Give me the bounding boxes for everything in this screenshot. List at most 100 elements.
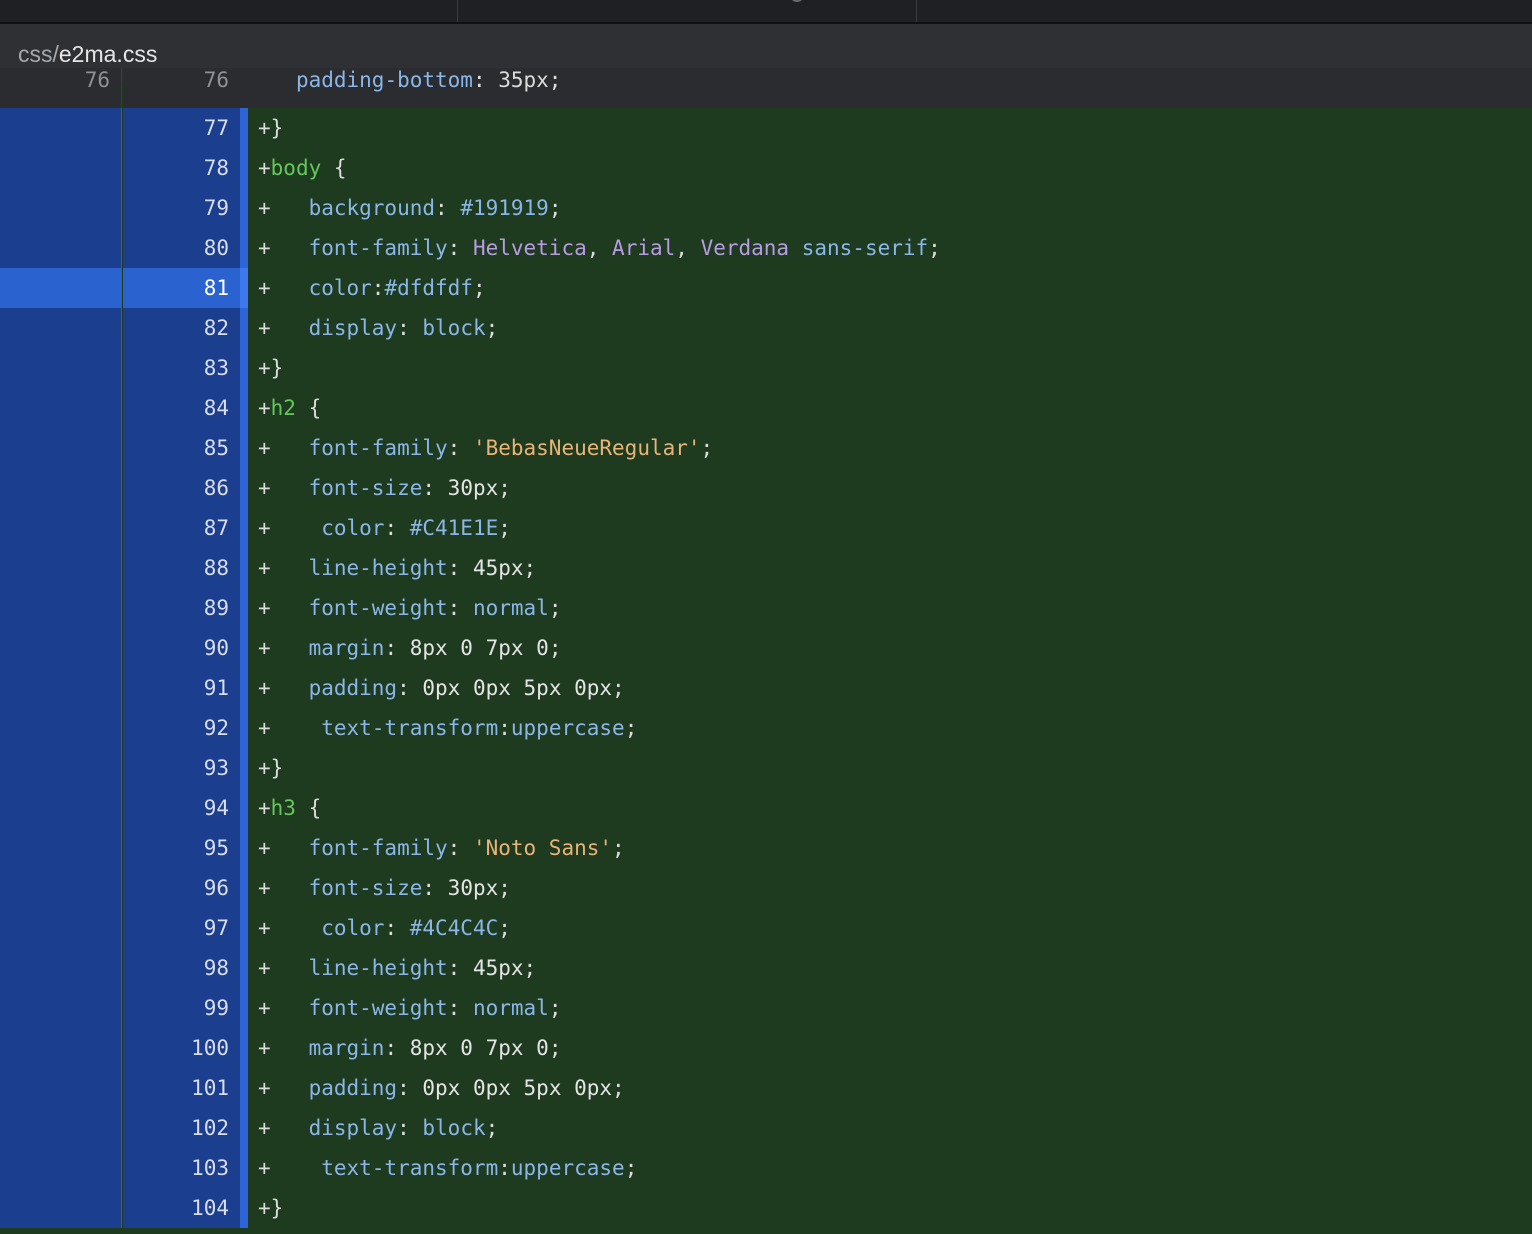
code-punctuation: ; — [548, 196, 562, 220]
css-number: 45px — [472, 556, 524, 580]
code-punctuation: ; — [548, 1036, 562, 1060]
diff-line[interactable]: 96 + font-size: 30px; — [0, 868, 1532, 908]
old-line-gutter[interactable] — [0, 668, 122, 708]
diff-line[interactable]: 99 + font-weight: normal; — [0, 988, 1532, 1028]
old-line-gutter[interactable] — [0, 468, 122, 508]
file-name: e2ma.css — [58, 41, 158, 67]
line-content-bg — [248, 388, 1532, 428]
css-selector: body — [270, 156, 322, 180]
diff-line[interactable]: 77 +} — [0, 108, 1532, 148]
diff-line[interactable]: 80 + font-family: Helvetica, Arial, Verda… — [0, 228, 1532, 268]
old-line-gutter[interactable] — [0, 268, 122, 308]
diff-line[interactable]: 101 + padding: 0px 0px 5px 0px; — [0, 1068, 1532, 1108]
diff-line[interactable]: 91 + padding: 0px 0px 5px 0px; — [0, 668, 1532, 708]
old-line-gutter[interactable] — [0, 1028, 122, 1068]
code-line-text: + display: block; — [258, 308, 498, 348]
code-punctuation: + — [258, 396, 271, 420]
old-line-gutter[interactable] — [0, 988, 122, 1028]
diff-line-selected[interactable]: 81 + color:#dfdfdf; — [0, 268, 1532, 308]
css-value: : 35px; — [472, 68, 562, 92]
css-selector: h3 — [270, 796, 296, 820]
old-line-gutter[interactable] — [0, 548, 122, 588]
old-line-gutter[interactable] — [0, 428, 122, 468]
old-line-gutter[interactable] — [0, 188, 122, 228]
code-punctuation: : — [422, 476, 448, 500]
old-line-gutter[interactable] — [0, 868, 122, 908]
tab-middle[interactable] — [458, 0, 917, 22]
old-line-gutter[interactable] — [0, 588, 122, 628]
code-punctuation: + — [258, 276, 309, 300]
diff-line[interactable]: 103 + text-transform:uppercase; — [0, 1148, 1532, 1188]
code-punctuation: + — [258, 796, 271, 820]
diff-added-marker — [240, 828, 248, 868]
old-line-gutter[interactable] — [0, 1068, 122, 1108]
tab-left[interactable] — [0, 0, 458, 22]
old-line-gutter[interactable] — [0, 628, 122, 668]
css-value: uppercase — [510, 1156, 625, 1180]
code-punctuation: ; — [612, 676, 625, 700]
diff-line[interactable]: 84 +h2 { — [0, 388, 1532, 428]
code-line-text: +} — [258, 108, 283, 148]
old-line-gutter[interactable] — [0, 108, 122, 148]
css-value: #191919 — [460, 196, 549, 220]
code-punctuation: + — [258, 516, 322, 540]
file-path[interactable]: css/e2ma.css — [18, 40, 157, 68]
diff-line[interactable]: 90 + margin: 8px 0 7px 0; — [0, 628, 1532, 668]
css-value: sans-serif — [801, 236, 929, 260]
diff-line[interactable]: 79 + background: #191919; — [0, 188, 1532, 228]
diff-line[interactable]: 94 +h3 { — [0, 788, 1532, 828]
old-line-gutter[interactable] — [0, 748, 122, 788]
code-line-text: + font-size: 30px; — [258, 868, 511, 908]
diff-line[interactable]: 97 + color: #4C4C4C; — [0, 908, 1532, 948]
old-line-gutter[interactable] — [0, 948, 122, 988]
line-content-bg — [248, 1188, 1532, 1228]
diff-view[interactable]: 76 76 padding-bottom: 35px; 77 +} 78 +body … — [0, 68, 1532, 1234]
diff-line[interactable]: 92 + text-transform:uppercase; — [0, 708, 1532, 748]
old-line-gutter[interactable] — [0, 148, 122, 188]
diff-line[interactable]: 86 + font-size: 30px; — [0, 468, 1532, 508]
tab-right[interactable] — [917, 0, 1532, 22]
diff-added-marker — [240, 508, 248, 548]
new-line-number: 93 — [203, 756, 229, 780]
code-punctuation: : — [447, 836, 473, 860]
code-line-text: + display: block; — [258, 1108, 498, 1148]
old-line-gutter[interactable] — [0, 1188, 122, 1228]
diff-line[interactable]: 100 + margin: 8px 0 7px 0; — [0, 1028, 1532, 1068]
diff-context-line[interactable]: 76 76 padding-bottom: 35px; — [0, 68, 1532, 108]
old-line-gutter[interactable] — [0, 908, 122, 948]
diff-line[interactable]: 89 + font-weight: normal; — [0, 588, 1532, 628]
diff-line[interactable]: 82 + display: block; — [0, 308, 1532, 348]
old-line-gutter[interactable] — [0, 228, 122, 268]
code-line-text: +body { — [258, 148, 347, 188]
old-line-gutter[interactable] — [0, 828, 122, 868]
old-line-gutter[interactable] — [0, 308, 122, 348]
diff-added-marker — [240, 308, 248, 348]
new-line-number: 91 — [203, 676, 229, 700]
diff-line[interactable]: 88 + line-height: 45px; — [0, 548, 1532, 588]
new-line-number: 104 — [191, 1196, 229, 1220]
diff-line[interactable]: 104 +} — [0, 1188, 1532, 1228]
old-line-gutter[interactable] — [0, 388, 122, 428]
diff-line[interactable]: 95 + font-family: 'Noto Sans'; — [0, 828, 1532, 868]
old-line-gutter[interactable] — [0, 1108, 122, 1148]
old-line-gutter[interactable] — [0, 508, 122, 548]
old-line-gutter[interactable] — [0, 788, 122, 828]
css-property: padding — [308, 676, 398, 700]
diff-added-marker — [240, 148, 248, 188]
old-line-gutter[interactable] — [0, 708, 122, 748]
code-punctuation: + — [258, 476, 309, 500]
diff-line[interactable]: 83 +} — [0, 348, 1532, 388]
diff-line[interactable]: 93 +} — [0, 748, 1532, 788]
font-name: Helvetica — [472, 236, 587, 260]
css-property: font-family — [308, 236, 448, 260]
css-property: font-weight — [308, 996, 448, 1020]
old-line-gutter[interactable] — [0, 1148, 122, 1188]
new-line-number: 81 — [203, 276, 229, 300]
diff-line[interactable]: 85 + font-family: 'BebasNeueRegular'; — [0, 428, 1532, 468]
diff-line[interactable]: 87 + color: #C41E1E; — [0, 508, 1532, 548]
old-line-gutter[interactable] — [0, 348, 122, 388]
diff-line[interactable]: 98 + line-height: 45px; — [0, 948, 1532, 988]
diff-line[interactable]: 78 +body { — [0, 148, 1532, 188]
diff-line[interactable]: 102 + display: block; — [0, 1108, 1532, 1148]
